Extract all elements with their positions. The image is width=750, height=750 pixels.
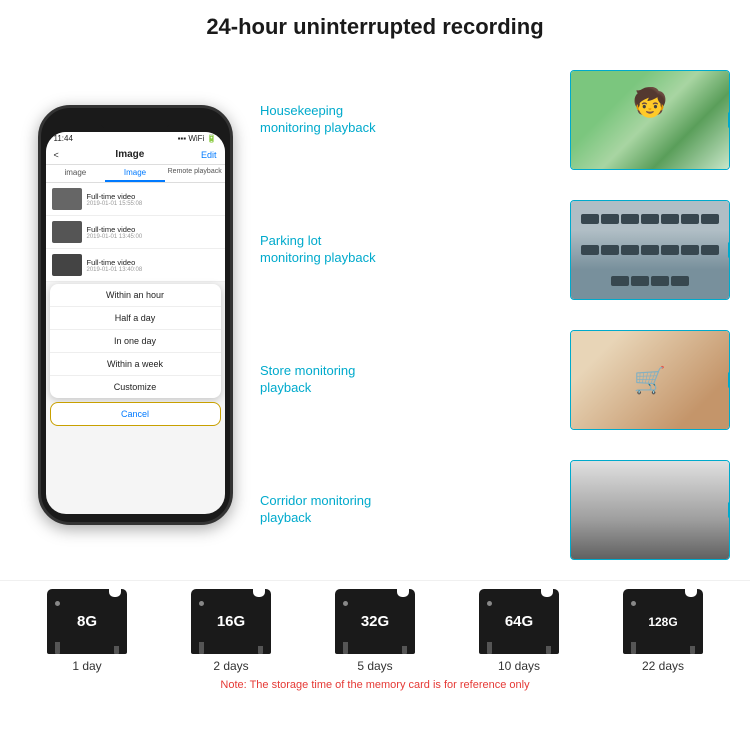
sd-size-128g: 128G <box>648 615 677 629</box>
housekeeping-photo <box>571 71 729 169</box>
phone-tab-image2[interactable]: Image <box>105 165 165 182</box>
list-item-text: Full-time video 2019-01-01 13:45:00 <box>87 225 143 240</box>
corridor-photo <box>571 461 729 559</box>
storage-card-16g: 16G 2 days <box>191 589 271 673</box>
phone-dropdown: Within an hour Half a day In one day Wit… <box>50 284 221 398</box>
phone-nav-title: Image <box>115 149 144 160</box>
sd-card-8g: 8G <box>47 589 127 654</box>
store-photo: 🛒 <box>571 331 729 429</box>
main-content: 11:44 ▪▪▪ WiFi 🔋 < Image Edit image Imag… <box>0 50 750 580</box>
phone-section: 11:44 ▪▪▪ WiFi 🔋 < Image Edit image Imag… <box>20 50 250 580</box>
storage-card-64g: 64G 10 days <box>479 589 559 673</box>
list-item: Full-time video 2019-01-01 15:55:08 <box>46 183 225 216</box>
phone-tab-image[interactable]: image <box>46 165 106 182</box>
list-item-text: Full-time video 2019-01-01 13:40:08 <box>87 258 143 273</box>
phone-screen: 11:44 ▪▪▪ WiFi 🔋 < Image Edit image Imag… <box>46 132 225 514</box>
phone-tabs: image Image Remote playback <box>46 165 225 183</box>
phone-mockup: 11:44 ▪▪▪ WiFi 🔋 < Image Edit image Imag… <box>38 105 233 525</box>
sd-notch <box>685 589 697 597</box>
phone-signal: ▪▪▪ WiFi 🔋 <box>178 134 217 143</box>
days-16g: 2 days <box>213 659 248 673</box>
sd-notch <box>109 589 121 597</box>
page-title: 24-hour uninterrupted recording <box>0 0 750 50</box>
sd-size-32g: 32G <box>361 613 389 630</box>
dropdown-half-day[interactable]: Half a day <box>50 307 221 330</box>
storage-section: 8G 1 day 16G 2 days 32G 5 days <box>0 580 750 696</box>
sd-dot <box>487 601 492 606</box>
monitoring-parking-row: Parking lotmonitoring playback <box>260 200 730 300</box>
storage-card-8g: 8G 1 day <box>47 589 127 673</box>
days-128g: 22 days <box>642 659 684 673</box>
store-label: Store monitoringplayback <box>260 363 562 397</box>
item-title: Full-time video <box>87 192 143 201</box>
phone-time: 11:44 <box>54 134 73 143</box>
sd-card-16g: 16G <box>191 589 271 654</box>
storage-note: Note: The storage time of the memory car… <box>15 677 735 691</box>
video-thumbnail <box>52 221 82 243</box>
corridor-label: Corridor monitoringplayback <box>260 493 562 527</box>
sd-dot <box>343 601 348 606</box>
sd-notch <box>541 589 553 597</box>
dropdown-within-hour[interactable]: Within an hour <box>50 284 221 307</box>
monitoring-corridor-row: Corridor monitoringplayback <box>260 460 730 560</box>
phone-back[interactable]: < <box>54 150 59 160</box>
item-date: 2019-01-01 15:55:08 <box>87 201 143 207</box>
phone-nav-bar: < Image Edit <box>46 145 225 165</box>
item-date: 2019-01-01 13:45:00 <box>87 234 143 240</box>
list-item: Full-time video 2019-01-01 13:40:08 <box>46 249 225 282</box>
list-item: Full-time video 2019-01-01 13:45:00 <box>46 216 225 249</box>
housekeeping-image <box>570 70 730 170</box>
sd-dot <box>631 601 636 606</box>
sd-card-64g: 64G <box>479 589 559 654</box>
storage-cards: 8G 1 day 16G 2 days 32G 5 days <box>15 589 735 673</box>
phone-notch <box>100 116 170 130</box>
video-thumbnail <box>52 254 82 276</box>
dropdown-week[interactable]: Within a week <box>50 353 221 376</box>
monitoring-store-row: Store monitoringplayback 🛒 <box>260 330 730 430</box>
store-image: 🛒 <box>570 330 730 430</box>
sd-size-16g: 16G <box>217 613 245 630</box>
phone-status-bar: 11:44 ▪▪▪ WiFi 🔋 <box>46 132 225 145</box>
sd-card-32g: 32G <box>335 589 415 654</box>
days-8g: 1 day <box>72 659 101 673</box>
monitoring-housekeeping-row: Housekeepingmonitoring playback <box>260 70 730 170</box>
parking-label: Parking lotmonitoring playback <box>260 233 562 267</box>
parking-photo <box>571 201 729 299</box>
video-thumbnail <box>52 188 82 210</box>
monitoring-section: Housekeepingmonitoring playback Parking … <box>260 50 730 580</box>
sd-dot <box>199 601 204 606</box>
housekeeping-label: Housekeepingmonitoring playback <box>260 103 562 137</box>
sd-notch <box>397 589 409 597</box>
days-32g: 5 days <box>357 659 392 673</box>
sd-dot <box>55 601 60 606</box>
dropdown-cancel[interactable]: Cancel <box>50 402 221 426</box>
item-title: Full-time video <box>87 225 143 234</box>
dropdown-one-day[interactable]: In one day <box>50 330 221 353</box>
sd-size-64g: 64G <box>505 613 533 630</box>
storage-card-128g: 128G 22 days <box>623 589 703 673</box>
days-64g: 10 days <box>498 659 540 673</box>
parking-image <box>570 200 730 300</box>
phone-tab-remote[interactable]: Remote playback <box>165 165 225 182</box>
list-item-text: Full-time video 2019-01-01 15:55:08 <box>87 192 143 207</box>
corridor-image <box>570 460 730 560</box>
sd-size-8g: 8G <box>77 613 97 630</box>
sd-card-128g: 128G <box>623 589 703 654</box>
storage-card-32g: 32G 5 days <box>335 589 415 673</box>
dropdown-customize[interactable]: Customize <box>50 376 221 398</box>
sd-notch <box>253 589 265 597</box>
item-title: Full-time video <box>87 258 143 267</box>
item-date: 2019-01-01 13:40:08 <box>87 267 143 273</box>
phone-edit[interactable]: Edit <box>201 150 217 160</box>
